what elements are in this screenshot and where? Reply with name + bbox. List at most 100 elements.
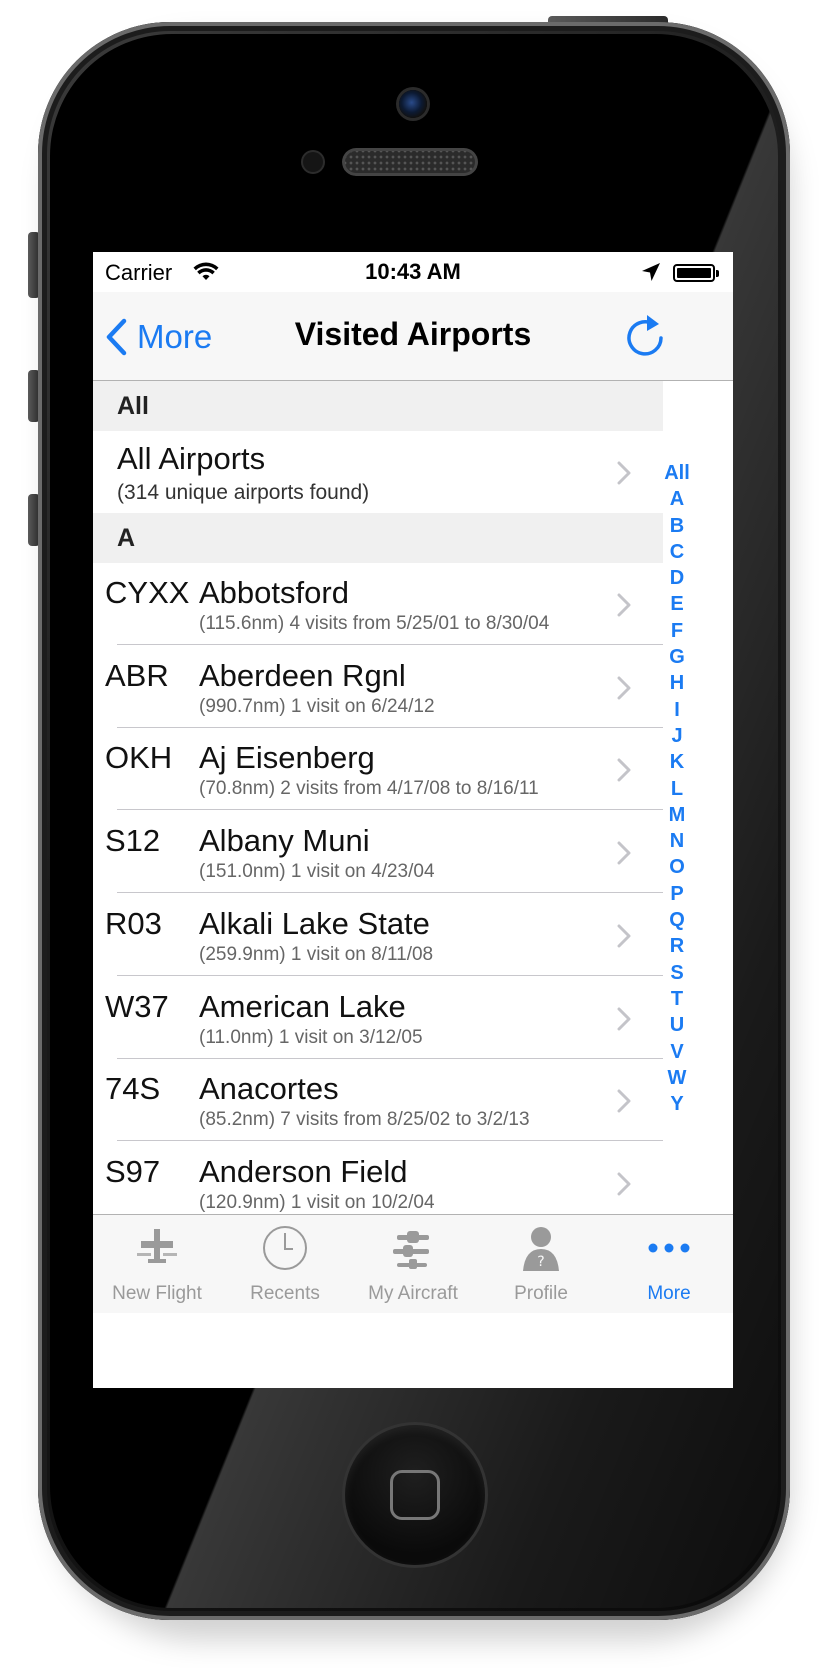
tab-label: My Aircraft	[368, 1283, 458, 1304]
airport-code: S12	[105, 823, 161, 859]
index-letter[interactable]: L	[659, 776, 695, 802]
chevron-right-icon	[617, 758, 631, 782]
airport-detail: (990.7nm) 1 visit on 6/24/12	[199, 695, 435, 717]
index-letter[interactable]: N	[659, 828, 695, 854]
index-letter[interactable]: W	[659, 1065, 695, 1091]
airport-row[interactable]: S12 Albany Muni (151.0nm) 1 visit on 4/23/…	[93, 811, 663, 894]
refresh-icon	[627, 315, 663, 356]
index-letter[interactable]: U	[659, 1012, 695, 1038]
tab-label: Recents	[250, 1283, 320, 1304]
chevron-right-icon	[617, 1007, 631, 1030]
airport-code: ABR	[105, 657, 169, 693]
index-letter[interactable]: C	[659, 539, 695, 565]
airport-detail: (11.0nm) 1 visit on 3/12/05	[199, 1026, 423, 1048]
section-index[interactable]: All A B C D E F G H I J K L M N O P Q R S T U V W Y	[659, 460, 695, 1117]
index-letter[interactable]: O	[659, 854, 695, 880]
app-screen: Carrier 10:43 AM More Visited Airports A…	[93, 252, 733, 1388]
index-letter[interactable]: F	[659, 618, 695, 644]
index-letter[interactable]: All	[659, 460, 695, 486]
chevron-right-icon	[617, 1089, 631, 1113]
index-letter[interactable]: K	[659, 749, 695, 775]
airport-detail: (85.2nm) 7 visits from 8/25/02 to 3/2/13	[199, 1109, 530, 1131]
more-dots-icon	[648, 1243, 690, 1253]
chevron-right-icon	[617, 676, 631, 700]
tab-bar: New Flight Recents My Aircraft ? Profile…	[93, 1214, 733, 1313]
tab-profile[interactable]: ? Profile	[477, 1215, 605, 1313]
airport-name: Abbotsford	[199, 575, 349, 610]
airport-code: S97	[105, 1153, 161, 1189]
index-letter[interactable]: P	[659, 881, 695, 907]
new-flight-icon	[137, 1229, 177, 1263]
tab-recents[interactable]: Recents	[221, 1215, 349, 1313]
section-header-label: All	[117, 392, 149, 420]
tab-more[interactable]: More	[605, 1215, 733, 1313]
airport-detail: (70.8nm) 2 visits from 4/17/08 to 8/16/1…	[199, 778, 539, 800]
index-letter[interactable]: D	[659, 565, 695, 591]
tab-new-flight[interactable]: New Flight	[93, 1215, 221, 1313]
index-letter[interactable]: S	[659, 960, 695, 986]
index-letter[interactable]: Y	[659, 1091, 695, 1117]
index-letter[interactable]: J	[659, 723, 695, 749]
earpiece-speaker	[342, 148, 478, 176]
index-letter[interactable]: G	[659, 644, 695, 670]
airport-detail: (151.0nm) 1 visit on 4/23/04	[199, 861, 435, 883]
proximity-sensor	[303, 152, 323, 172]
airport-name: Anderson Field	[199, 1153, 408, 1189]
airport-name: Albany Muni	[199, 823, 370, 859]
airport-list[interactable]: All All Airports (314 unique airports fo…	[93, 381, 733, 1266]
refresh-button[interactable]	[623, 312, 667, 360]
airport-code: 74S	[105, 1071, 161, 1107]
airport-code: OKH	[105, 740, 173, 776]
section-header-a: A	[93, 513, 663, 563]
tab-label: Profile	[514, 1283, 568, 1304]
chevron-right-icon	[617, 461, 631, 485]
index-letter[interactable]: H	[659, 670, 695, 696]
airport-code: CYXX	[105, 575, 190, 610]
airport-detail: (259.9nm) 1 visit on 8/11/08	[199, 943, 434, 965]
status-time: 10:43 AM	[365, 259, 461, 284]
airport-row[interactable]: R03 Alkali Lake State (259.9nm) 1 visit on…	[93, 893, 663, 976]
tab-label: New Flight	[112, 1283, 202, 1304]
chevron-right-icon	[617, 924, 631, 948]
status-bar: Carrier 10:43 AM	[93, 252, 733, 292]
index-letter[interactable]: R	[659, 933, 695, 959]
airport-name: Aberdeen Rgnl	[199, 657, 406, 693]
chevron-right-icon	[617, 593, 631, 617]
row-detail: (314 unique airports found)	[117, 481, 370, 504]
airport-row[interactable]: W37 American Lake (11.0nm) 1 visit on 3/12…	[93, 976, 663, 1059]
section-header-all: All	[93, 381, 663, 431]
airport-row[interactable]: S97 Anderson Field (120.9nm) 1 visit on 10…	[93, 1141, 663, 1224]
index-letter[interactable]: M	[659, 802, 695, 828]
airport-row[interactable]: 74S Anacortes (85.2nm) 7 visits from 8/25/…	[93, 1059, 663, 1142]
front-camera	[399, 90, 427, 118]
airport-code: W37	[105, 988, 169, 1024]
battery-full-icon	[673, 264, 719, 282]
chevron-right-icon	[617, 1172, 631, 1196]
index-letter[interactable]: A	[659, 486, 695, 512]
airport-row[interactable]: CYXX Abbotsford (115.6nm) 4 visits from 5/…	[93, 563, 663, 645]
profile-icon: ?	[523, 1227, 559, 1271]
index-letter[interactable]: V	[659, 1039, 695, 1065]
tab-my-aircraft[interactable]: My Aircraft	[349, 1215, 477, 1313]
home-button[interactable]	[345, 1425, 485, 1565]
index-letter[interactable]: Q	[659, 907, 695, 933]
index-letter[interactable]: I	[659, 697, 695, 723]
index-letter[interactable]: T	[659, 986, 695, 1012]
airport-detail: (115.6nm) 4 visits from 5/25/01 to 8/30/…	[199, 613, 550, 634]
airport-name: American Lake	[199, 988, 406, 1024]
index-letter[interactable]: E	[659, 591, 695, 617]
airport-row[interactable]: ABR Aberdeen Rgnl (990.7nm) 1 visit on 6/2…	[93, 645, 663, 728]
navigation-bar: More Visited Airports	[93, 292, 733, 381]
airport-row[interactable]: OKH Aj Eisenberg (70.8nm) 2 visits from 4/…	[93, 728, 663, 811]
home-square-icon	[390, 1470, 440, 1520]
airport-code: R03	[105, 905, 162, 941]
aircraft-icon	[393, 1231, 429, 1269]
row-title: All Airports	[117, 441, 266, 476]
airport-detail: (120.9nm) 1 visit on 10/2/04	[199, 1191, 435, 1213]
section-header-label: A	[117, 524, 136, 552]
airport-name: Aj Eisenberg	[199, 740, 375, 776]
all-airports-row[interactable]: All Airports (314 unique airports found)	[93, 431, 663, 513]
airport-name: Anacortes	[199, 1071, 339, 1107]
airport-name: Alkali Lake State	[199, 905, 430, 941]
index-letter[interactable]: B	[659, 513, 695, 539]
